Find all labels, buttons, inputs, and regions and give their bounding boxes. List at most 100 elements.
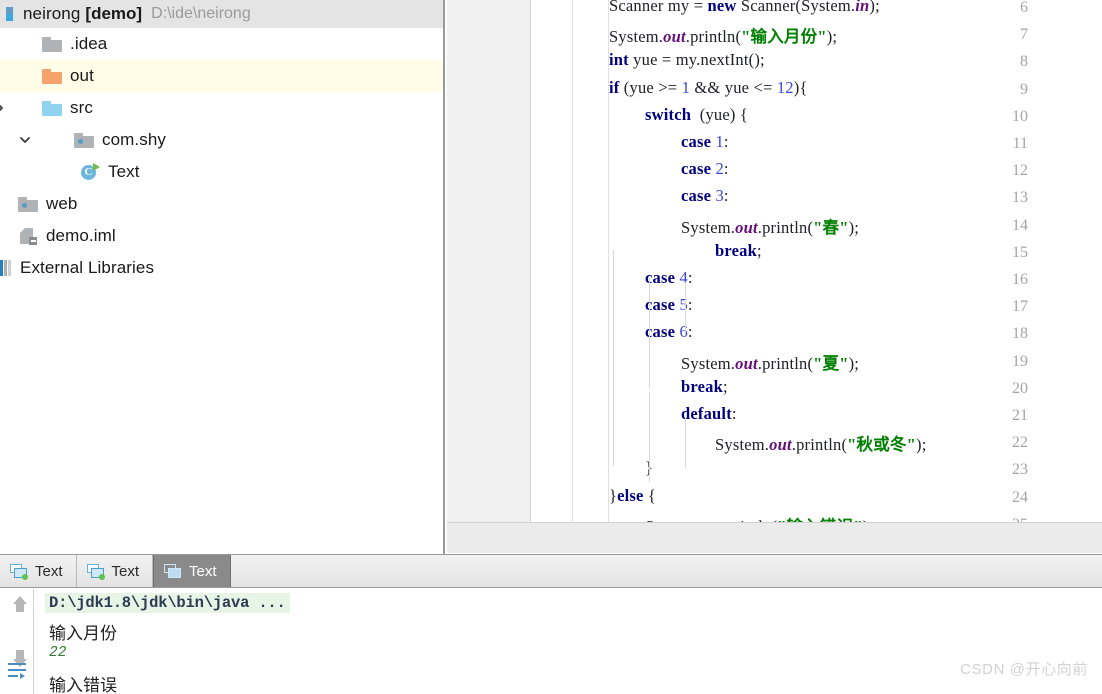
code-line[interactable]: case 5: [447, 295, 1102, 322]
run-tab-1[interactable]: Text [0, 555, 77, 587]
project-header-row[interactable]: neirong [demo] D:\ide\neirong [0, 0, 443, 28]
code-token: 2 [715, 159, 724, 179]
scroll-up-button[interactable] [6, 593, 28, 615]
console-line: 输入月份 [49, 624, 117, 643]
tree-item-label: demo.iml [46, 226, 116, 245]
code-line[interactable]: System.out.println("春"); [447, 214, 1102, 241]
code-token: case [681, 186, 712, 206]
code-token: new [707, 0, 741, 15]
code-token: 5 [679, 295, 688, 315]
code-token: : [687, 268, 693, 287]
tree-item-web[interactable]: web [0, 188, 443, 220]
code-token: out [769, 435, 792, 455]
tree-item-label: .idea [70, 34, 108, 53]
code-token: ); [848, 353, 860, 373]
code-token: } [609, 485, 618, 505]
tree-item-out[interactable]: out [0, 60, 443, 92]
code-line[interactable]: default: [447, 404, 1102, 431]
run-tab-2[interactable]: Text [77, 555, 154, 587]
code-token: out [663, 27, 686, 47]
run-tab-3-active[interactable]: Text [153, 555, 231, 587]
code-line[interactable]: System.out.println("输入月份"); [447, 23, 1102, 50]
code-line[interactable]: int yue = my.nextInt(); [447, 50, 1102, 77]
code-line[interactable]: case 1: [447, 132, 1102, 159]
tree-item-label: com.shy [102, 130, 166, 149]
code-token: int [609, 50, 629, 70]
code-token: ){ [793, 77, 808, 97]
code-line[interactable]: Scanner my = new Scanner(System.in); [447, 0, 1102, 23]
run-tab-strip: Text Text Text [0, 555, 1102, 588]
code-token: : [687, 295, 693, 315]
code-line[interactable]: break; [447, 241, 1102, 268]
code-token: Scanner [609, 0, 668, 15]
soft-wrap-button[interactable] [6, 659, 28, 681]
code-token: break [681, 376, 723, 396]
code-token: case [681, 132, 712, 151]
code-token: ; [722, 376, 728, 396]
folder-blue-icon [42, 100, 62, 116]
tree-item-src[interactable]: src [0, 92, 443, 124]
folder-orange-icon [42, 68, 62, 84]
code-token: = [693, 0, 708, 15]
tree-item-demo-iml[interactable]: demo.iml [0, 220, 443, 252]
code-token: else [617, 485, 644, 505]
code-token: ); [916, 435, 927, 455]
code-token: "春" [813, 217, 849, 237]
code-token: ); [869, 0, 880, 15]
code-line[interactable]: case 6: [447, 322, 1102, 349]
iml-file-icon [18, 227, 38, 245]
code-line[interactable]: switch (yue) { [447, 105, 1102, 132]
code-token: .println( [757, 353, 814, 373]
code-token: System. [609, 27, 664, 47]
code-token: if [609, 77, 620, 97]
code-token: : [723, 186, 729, 206]
run-tab-label: Text [189, 562, 217, 580]
code-token: "秋或冬" [847, 435, 916, 455]
tree-item-text[interactable]: C Text [0, 156, 443, 188]
code-token: case [681, 159, 712, 179]
code-token: 12 [776, 77, 794, 97]
code-token: : [731, 404, 737, 423]
code-token: System. [681, 217, 736, 237]
code-token: && yue <= [690, 77, 777, 97]
chevron-right-icon[interactable] [0, 101, 7, 115]
code-token: 6 [679, 322, 688, 342]
folder-gray-icon [42, 36, 62, 52]
code-line[interactable]: case 4: [447, 268, 1102, 295]
code-line[interactable]: break; [447, 377, 1102, 404]
code-content[interactable]: Scanner my = new Scanner(System.in); Syst… [447, 0, 1102, 522]
run-tool-window: Text Text Text D:\jdk1.8\jdk\bin\java ... 输… [0, 554, 1102, 694]
code-line[interactable]: }else { [447, 486, 1102, 513]
code-editor[interactable]: 678910111213141516171819202122232425 Sca… [447, 0, 1102, 522]
tree-item-com-shy[interactable]: com.shy [0, 124, 443, 156]
code-token: 4 [679, 268, 688, 287]
folder-web-icon [18, 196, 38, 212]
code-line[interactable]: System.out.println("输入错误"); [447, 513, 1102, 522]
soft-wrap-icon [8, 663, 26, 679]
code-token: 1 [715, 132, 724, 151]
run-tab-label: Text [111, 562, 140, 580]
code-line[interactable]: case 3: [447, 186, 1102, 213]
code-line[interactable]: if (yue >= 1 && yue <= 12){ [447, 78, 1102, 105]
tree-item-label: External Libraries [20, 258, 155, 277]
code-token: .println( [757, 217, 814, 237]
code-token: System. [681, 353, 736, 373]
tree-item-label: web [46, 194, 78, 213]
code-token: (yue) { [691, 104, 749, 124]
tree-item-label: out [70, 66, 94, 85]
code-line[interactable]: } [447, 458, 1102, 485]
indent-guide [649, 278, 650, 388]
code-line[interactable]: case 2: [447, 159, 1102, 186]
intellij-idea-window: neirong [demo] D:\ide\neirong .idea out sr… [0, 0, 1102, 694]
package-gray-icon [74, 132, 94, 148]
code-line[interactable]: System.out.println("夏"); [447, 350, 1102, 377]
tree-item-external-libraries[interactable]: External Libraries [0, 252, 443, 284]
tree-item--idea[interactable]: .idea [0, 28, 443, 60]
run-window-icon [86, 563, 105, 580]
tree-item-label: Text [108, 162, 140, 181]
code-token: (yue >= [619, 77, 682, 97]
code-line[interactable]: System.out.println("秋或冬"); [447, 431, 1102, 458]
console-output[interactable]: D:\jdk1.8\jdk\bin\java ... 输入月份 22 输入错误 [35, 589, 1102, 694]
chevron-down-icon[interactable] [18, 133, 32, 147]
run-window-icon [164, 563, 182, 579]
